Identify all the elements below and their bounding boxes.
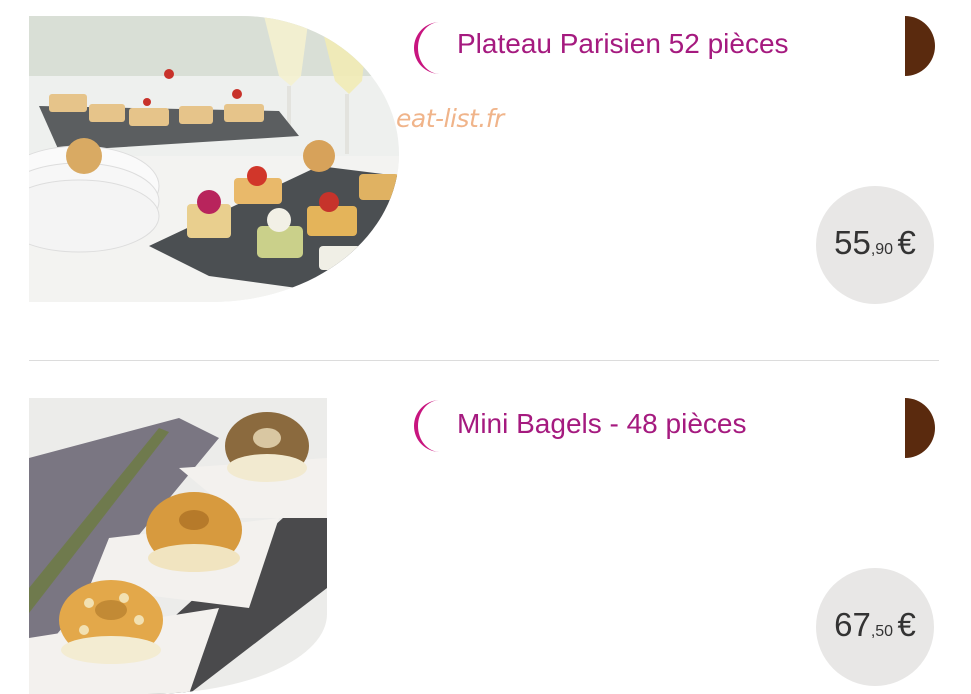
product-photo[interactable]	[29, 16, 399, 302]
watermark-text: eat-list.fr	[396, 104, 504, 133]
crescent-icon	[414, 400, 440, 452]
product-card-plateau-parisien[interactable]: Plateau Parisien 52 pièces eat-list.fr 5…	[0, 0, 971, 360]
price-decimals: ,90	[870, 241, 894, 258]
price-badge: 55,90 €	[816, 186, 934, 304]
price-currency: €	[897, 224, 916, 261]
canapes-photo-illustration	[29, 16, 399, 302]
price-decimals: ,50	[870, 623, 894, 640]
product-photo[interactable]	[29, 398, 327, 694]
price-integer: 67	[834, 606, 871, 643]
price-currency: €	[897, 606, 916, 643]
product-card-mini-bagels[interactable]: Mini Bagels - 48 pièces 67,50 €	[0, 362, 971, 694]
product-title[interactable]: Plateau Parisien 52 pièces	[457, 28, 789, 60]
half-disc-icon	[905, 398, 935, 458]
bagels-photo-illustration	[29, 398, 327, 694]
price-integer: 55	[834, 224, 871, 261]
price-badge: 67,50 €	[816, 568, 934, 686]
product-title[interactable]: Mini Bagels - 48 pièces	[457, 408, 746, 440]
product-divider	[29, 360, 939, 361]
crescent-icon	[414, 22, 440, 74]
half-disc-icon	[905, 16, 935, 76]
